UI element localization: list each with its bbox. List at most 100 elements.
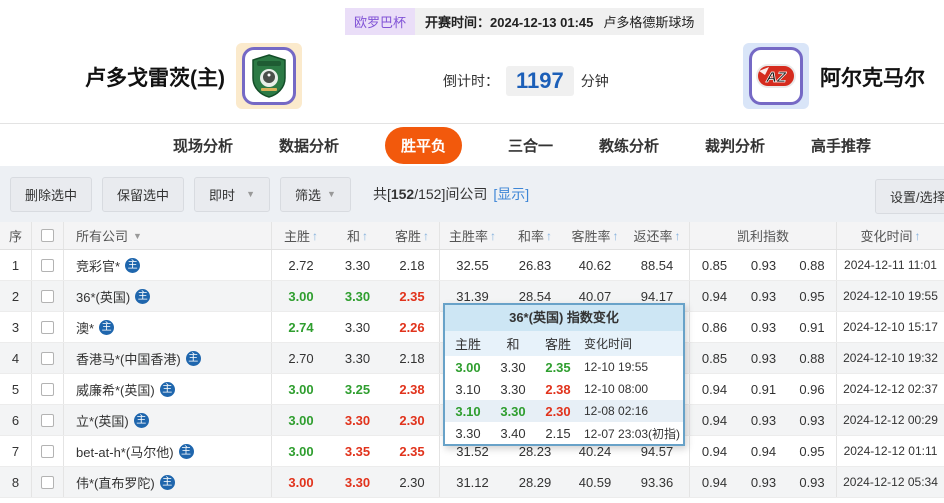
col-odds-2[interactable]: 客胜↑ <box>385 222 440 249</box>
odds-cell[interactable]: 3.30 <box>330 312 385 342</box>
tab-三合一[interactable]: 三合一 <box>508 135 553 156</box>
company-count: 共[152/152]间公司 <box>373 184 487 204</box>
row-checkbox[interactable] <box>41 445 54 458</box>
row-checkbox[interactable] <box>41 290 54 303</box>
odds-cell[interactable]: 2.72 <box>272 250 330 280</box>
company-cell[interactable]: bet-at-h*(马尔他)主 <box>64 436 272 466</box>
col-rate-2[interactable]: 客胜率↑ <box>565 222 625 249</box>
popup-col-label: 变化时间 <box>581 335 683 352</box>
odds-cell[interactable]: 2.30 <box>385 405 440 435</box>
odds-cell[interactable]: 2.74 <box>272 312 330 342</box>
row-checkbox-cell <box>32 343 64 373</box>
popup-odds-value: 2.15 <box>535 426 581 441</box>
tab-数据分析[interactable]: 数据分析 <box>279 135 339 156</box>
row-checkbox[interactable] <box>41 383 54 396</box>
col-rate-1[interactable]: 和率↑ <box>505 222 565 249</box>
row-checkbox[interactable] <box>41 259 54 272</box>
row-checkbox-cell <box>32 312 64 342</box>
kelly-cell: 0.86 <box>690 312 739 342</box>
col-company[interactable]: 所有公司▼ <box>64 222 272 249</box>
keep-selected-button[interactable]: 保留选中 <box>102 177 184 212</box>
col-odds-0[interactable]: 主胜↑ <box>272 222 330 249</box>
company-cell[interactable]: 竞彩官*主 <box>64 250 272 280</box>
col-rate-3[interactable]: 返还率↑ <box>625 222 690 249</box>
home-badge-icon: 主 <box>160 475 175 490</box>
countdown-value: 1197 <box>506 66 574 96</box>
away-team-logo-box: AZ <box>749 47 803 105</box>
odds-cell[interactable]: 2.35 <box>385 436 440 466</box>
show-link[interactable]: [显示] <box>493 184 529 204</box>
row-checkbox-cell <box>32 436 64 466</box>
tab-高手推荐[interactable]: 高手推荐 <box>811 135 871 156</box>
odds-cell[interactable]: 3.30 <box>330 343 385 373</box>
odds-cell[interactable]: 2.18 <box>385 343 440 373</box>
odds-cell[interactable]: 3.00 <box>272 467 330 497</box>
home-badge-icon: 主 <box>125 258 140 273</box>
table-row: 8伟*(直布罗陀)主3.003.302.3031.1228.2940.5993.… <box>0 467 944 498</box>
select-all-cell <box>32 222 64 249</box>
rate-cell: 40.59 <box>565 467 625 497</box>
odds-cell[interactable]: 2.30 <box>385 467 440 497</box>
odds-cell[interactable]: 2.38 <box>385 374 440 404</box>
company-cell[interactable]: 澳*主 <box>64 312 272 342</box>
odds-cell[interactable]: 2.35 <box>385 281 440 311</box>
tab-裁判分析[interactable]: 裁判分析 <box>705 135 765 156</box>
popup-change-time: 12-08 02:16 <box>581 404 683 418</box>
odds-cell[interactable]: 3.00 <box>272 405 330 435</box>
row-checkbox[interactable] <box>41 352 54 365</box>
col-kelly: 凯利指数 <box>690 222 837 249</box>
company-cell[interactable]: 香港马*(中国香港)主 <box>64 343 272 373</box>
odds-time-select[interactable]: 即时 ▼ <box>194 177 270 212</box>
odds-cell[interactable]: 3.00 <box>272 281 330 311</box>
odds-cell[interactable]: 2.70 <box>272 343 330 373</box>
col-label: 客胜 <box>395 226 421 245</box>
tab-现场分析[interactable]: 现场分析 <box>173 135 233 156</box>
popup-body: 3.003.302.3512-10 19:553.103.302.3812-10… <box>445 356 683 444</box>
popup-odds-value: 2.30 <box>535 404 581 419</box>
change-time-cell: 2024-12-12 01:11 <box>837 436 944 466</box>
odds-cell[interactable]: 3.00 <box>272 374 330 404</box>
row-checkbox[interactable] <box>41 414 54 427</box>
change-time-cell: 2024-12-10 19:55 <box>837 281 944 311</box>
company-cell[interactable]: 36*(英国)主 <box>64 281 272 311</box>
col-time[interactable]: 变化时间↑ <box>837 222 944 249</box>
kelly-cell: 0.93 <box>788 405 837 435</box>
kelly-cell: 0.93 <box>739 405 788 435</box>
company-name: 威廉希*(英国) <box>76 380 155 399</box>
odds-time-select-value: 即时 <box>209 185 235 204</box>
odds-cell[interactable]: 2.18 <box>385 250 440 280</box>
odds-cell[interactable]: 3.25 <box>330 374 385 404</box>
popup-odds-value: 3.10 <box>445 404 491 419</box>
row-checkbox-cell <box>32 374 64 404</box>
tab-胜平负[interactable]: 胜平负 <box>385 127 462 164</box>
tab-教练分析[interactable]: 教练分析 <box>599 135 659 156</box>
company-cell[interactable]: 伟*(直布罗陀)主 <box>64 467 272 497</box>
row-checkbox[interactable] <box>41 321 54 334</box>
col-rate-0[interactable]: 主胜率↑ <box>440 222 505 249</box>
kelly-cell: 0.94 <box>739 436 788 466</box>
col-odds-1[interactable]: 和↑ <box>330 222 385 249</box>
countdown: 倒计时： 1197 分钟 <box>443 66 609 96</box>
odds-cell[interactable]: 3.30 <box>330 250 385 280</box>
company-cell[interactable]: 威廉希*(英国)主 <box>64 374 272 404</box>
odds-cell[interactable]: 3.30 <box>330 467 385 497</box>
odds-cell[interactable]: 2.26 <box>385 312 440 342</box>
popup-row: 3.003.302.3512-10 19:55 <box>445 356 683 378</box>
select-all-checkbox[interactable] <box>41 229 54 242</box>
odds-cell[interactable]: 3.00 <box>272 436 330 466</box>
change-time-cell: 2024-12-12 00:29 <box>837 405 944 435</box>
odds-cell[interactable]: 3.30 <box>330 405 385 435</box>
settings-select-button[interactable]: 设置/选择 <box>875 179 944 214</box>
kelly-cell: 0.93 <box>739 250 788 280</box>
odds-cell[interactable]: 3.35 <box>330 436 385 466</box>
rate-cell: 40.62 <box>565 250 625 280</box>
filter-button[interactable]: 筛选 ▼ <box>280 177 351 212</box>
company-name: bet-at-h*(马尔他) <box>76 442 174 461</box>
popup-change-time: 12-10 19:55 <box>581 360 683 374</box>
row-checkbox[interactable] <box>41 476 54 489</box>
delete-selected-button[interactable]: 删除选中 <box>10 177 92 212</box>
popup-row: 3.103.302.3012-08 02:16 <box>445 400 683 422</box>
company-cell[interactable]: 立*(英国)主 <box>64 405 272 435</box>
rate-cell: 31.12 <box>440 467 505 497</box>
odds-cell[interactable]: 3.30 <box>330 281 385 311</box>
